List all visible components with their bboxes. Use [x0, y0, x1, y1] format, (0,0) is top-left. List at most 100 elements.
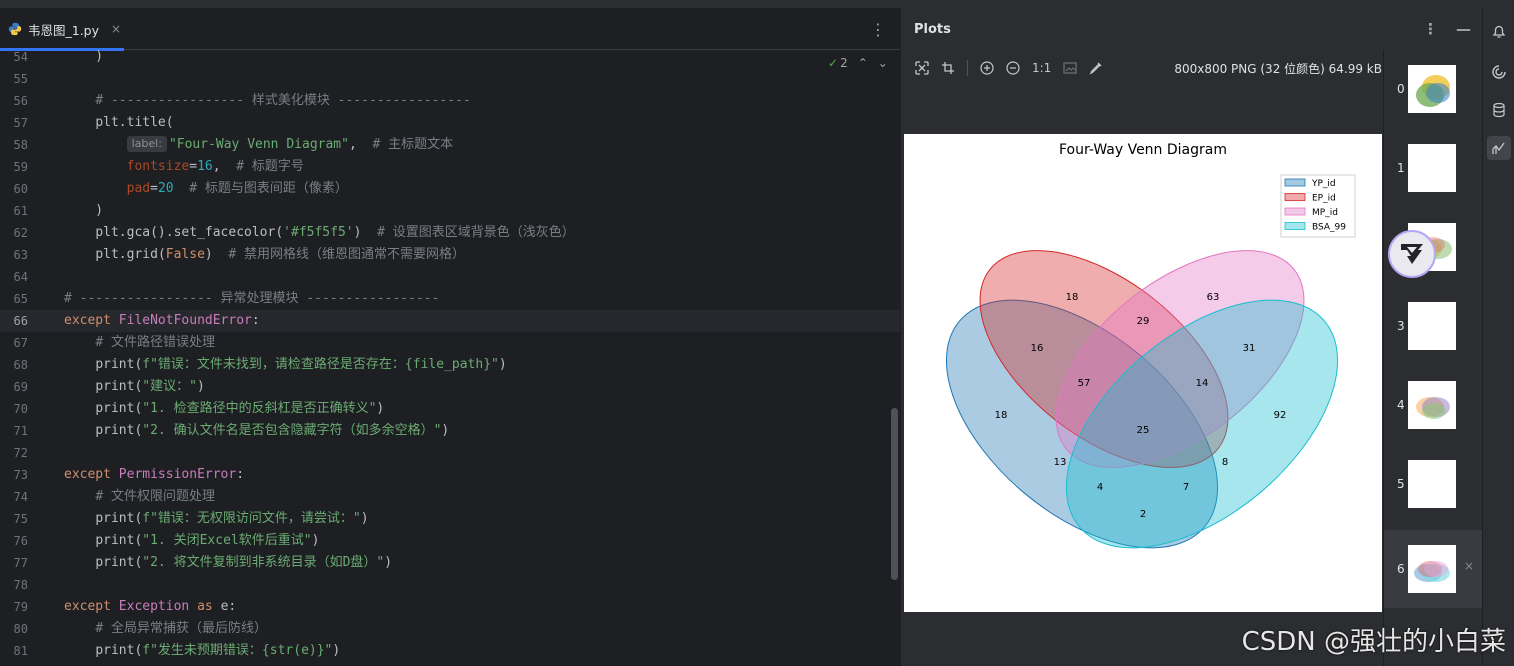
code-line[interactable]: 66 except FileNotFoundError: [0, 310, 900, 332]
database-icon[interactable] [1487, 98, 1511, 122]
code-line[interactable]: 76 print("1. 关闭Excel软件后重试") [0, 530, 900, 552]
parameter-hint: label: [126, 136, 167, 152]
region-value-label: 25 [1137, 425, 1150, 436]
code-text: # 文件路径错误处理 [95, 335, 215, 350]
tab-menu-icon[interactable]: ⋮ [870, 20, 886, 39]
minimize-icon[interactable]: — [1456, 20, 1471, 38]
code-line[interactable]: 56 # ----------------- 样式美化模块 ----------… [0, 90, 900, 112]
plot-thumbnail[interactable]: 4 [1384, 366, 1484, 444]
thumbnail-index: 0 [1397, 82, 1405, 96]
code-line[interactable]: 62 plt.gca().set_facecolor('#f5f5f5') # … [0, 222, 900, 244]
thumbnail-index: 5 [1397, 477, 1405, 491]
ai-assistant-icon[interactable] [1487, 60, 1511, 84]
code-line[interactable]: 80 # 全局异常捕获（最后防线） [0, 618, 900, 640]
code-line[interactable]: 74 # 文件权限问题处理 [0, 486, 900, 508]
line-number: 81 [13, 644, 28, 658]
line-number: 76 [13, 534, 28, 548]
region-value-label: 16 [1031, 343, 1044, 354]
line-number: 57 [13, 116, 28, 130]
region-value-label: 92 [1274, 410, 1287, 421]
code-text: print("1. 关闭Excel软件后重试") [95, 533, 320, 548]
code-text: plt.grid(False) # 禁用网格线（维恩图通常不需要网格） [95, 247, 466, 262]
thumbnail-close-icon[interactable]: × [1464, 559, 1474, 573]
plots-options-icon[interactable]: ⋮ [1423, 20, 1438, 38]
plot-thumbnail[interactable]: 3 [1384, 287, 1484, 365]
code-line[interactable]: 70 print("1. 检查路径中的反斜杠是否正确转义") [0, 398, 900, 420]
code-text: pad=20 # 标题与图表间距（像素） [126, 181, 348, 196]
code-line[interactable]: 57 plt.title( [0, 112, 900, 134]
title-strip [0, 0, 1514, 8]
region-value-label: 7 [1183, 482, 1189, 493]
code-text: label: "Four-Way Venn Diagram", # 主标题文本 [64, 134, 453, 156]
crop-icon[interactable] [941, 61, 955, 75]
thumbnail-index: 4 [1397, 398, 1405, 412]
code-line[interactable]: 65 # ----------------- 异常处理模块 -----------… [0, 288, 900, 310]
code-line[interactable]: 60 pad=20 # 标题与图表间距（像素） [0, 178, 900, 200]
plot-thumbnails[interactable]: 0123456× [1383, 50, 1484, 666]
notifications-icon[interactable] [1487, 20, 1511, 44]
line-number: 60 [13, 182, 28, 196]
line-number: 59 [13, 160, 28, 174]
code-line[interactable]: 63 plt.grid(False) # 禁用网格线（维恩图通常不需要网格） [0, 244, 900, 266]
code-area[interactable]: 54 ) 55 56 # ----------------- 样式美化模块 ----… [0, 46, 900, 662]
code-line[interactable]: 67 # 文件路径错误处理 [0, 332, 900, 354]
code-text: fontsize=16, # 标题字号 [126, 159, 304, 174]
region-value-label: 63 [1207, 292, 1220, 303]
code-text: print(f"错误：文件未找到，请检查路径是否存在：{file_path}") [95, 357, 507, 372]
region-value-label: 31 [1243, 343, 1256, 354]
color-picker-icon[interactable] [1089, 61, 1103, 75]
code-line[interactable]: 69 print("建议：") [0, 376, 900, 398]
thumbnail-index: 1 [1397, 161, 1405, 175]
code-line[interactable]: 68 print(f"错误：文件未找到，请检查路径是否存在：{file_path… [0, 354, 900, 376]
line-number: 65 [13, 292, 28, 306]
line-number: 70 [13, 402, 28, 416]
code-line[interactable]: 71 print("2. 确认文件名是否包含隐藏字符（如多余空格）") [0, 420, 900, 442]
plots-header: Plots ⋮ — [901, 8, 1483, 50]
watermark: CSDN @强壮的小白菜 [1241, 627, 1506, 657]
legend-label: YP_id [1311, 179, 1336, 189]
plot-thumbnail[interactable]: 0 [1384, 50, 1484, 128]
region-value-label: 2 [1140, 509, 1146, 520]
code-line[interactable]: 78 [0, 574, 900, 596]
code-line[interactable]: 79 except Exception as e: [0, 596, 900, 618]
assistant-avatar-icon[interactable] [1388, 230, 1436, 278]
editor-scrollbar[interactable] [891, 408, 898, 580]
code-text: except Exception as e: [64, 599, 237, 614]
code-line[interactable]: 77 print("2. 将文件复制到非系统目录（如D盘）") [0, 552, 900, 574]
venn-diagram: Four-Way Venn Diagram 18 63 29 16 31 57 14 18 92 2… [945, 142, 1356, 549]
toolbar-separator [967, 60, 968, 76]
line-number: 72 [13, 446, 28, 460]
code-line[interactable]: 72 [0, 442, 900, 464]
line-number: 74 [13, 490, 28, 504]
actual-size-button[interactable]: 1:1 [1032, 61, 1051, 75]
plot-thumbnail[interactable]: 5 [1384, 445, 1484, 523]
plot-thumbnail[interactable]: 6 × [1384, 530, 1484, 608]
code-line[interactable]: 54 ) [0, 46, 900, 68]
background-icon[interactable] [1063, 61, 1077, 75]
legend-swatch [1284, 178, 1306, 187]
code-line[interactable]: 75 print(f"错误：无权限访问文件，请尝试：") [0, 508, 900, 530]
thumbnail-image [1408, 302, 1456, 350]
region-value-label: 13 [1054, 457, 1067, 468]
code-line[interactable]: 59 fontsize=16, # 标题字号 [0, 156, 900, 178]
line-number: 69 [13, 380, 28, 394]
sciview-plots-icon[interactable] [1487, 136, 1511, 160]
code-line[interactable]: 61 ) [0, 200, 900, 222]
plot-thumbnail[interactable]: 1 [1384, 129, 1484, 207]
code-text: print(f"发生未预期错误：{str(e)}") [95, 643, 341, 658]
thumbnail-image [1408, 545, 1456, 593]
code-line[interactable]: 64 [0, 266, 900, 288]
region-value-label: 18 [1066, 292, 1079, 303]
zoom-in-icon[interactable] [980, 61, 994, 75]
code-line[interactable]: 58 label: "Four-Way Venn Diagram", # 主标题文… [0, 134, 900, 156]
code-line[interactable]: 55 [0, 68, 900, 90]
tab-close-icon[interactable]: × [111, 22, 121, 36]
code-line[interactable]: 81 print(f"发生未预期错误：{str(e)}") [0, 640, 900, 662]
tab-venn-py[interactable]: 韦恩图_1.py × [0, 8, 124, 51]
zoom-out-icon[interactable] [1006, 61, 1020, 75]
line-number: 61 [13, 204, 28, 218]
code-line[interactable]: 73 except PermissionError: [0, 464, 900, 486]
code-text: # ----------------- 异常处理模块 -------------… [64, 291, 440, 306]
fit-to-window-icon[interactable] [915, 61, 929, 75]
code-editor[interactable]: 韦恩图_1.py × ⋮ ✓ 2 ⌃ ⌄ 54 ) 55 56 # --------… [0, 8, 900, 666]
